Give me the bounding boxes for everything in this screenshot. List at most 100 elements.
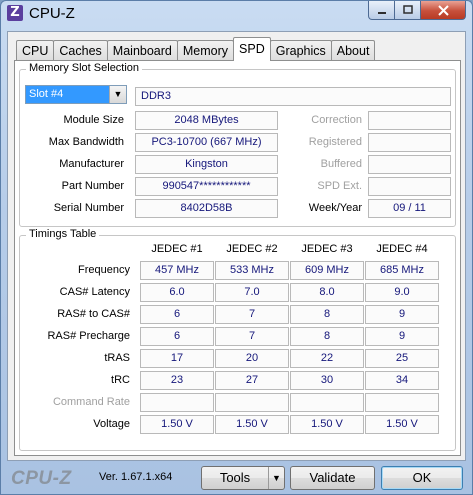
row-label-voltage: Voltage (93, 418, 130, 430)
timing-cell: 22 (290, 349, 364, 368)
timing-cell: 34 (365, 371, 439, 390)
chevron-down-icon[interactable]: ▼ (268, 467, 284, 489)
registered-label: Registered (308, 136, 362, 148)
week-year-value: 09 / 11 (368, 199, 451, 218)
slot-select-value: Slot #4 (29, 88, 64, 100)
manufacturer-value: Kingston (135, 155, 278, 174)
footer-bar: CPU-Z Ver. 1.67.1.x64 Tools ▼ Validate O… (7, 463, 466, 491)
close-icon (437, 4, 449, 16)
manufacturer-label: Manufacturer (59, 158, 124, 170)
timing-cell (290, 393, 364, 412)
timing-cell: 6 (140, 305, 214, 324)
timing-cell: 8 (290, 327, 364, 346)
row-label-ras-precharge: RAS# Precharge (47, 330, 130, 342)
client-area: CPU Caches Mainboard Memory SPD Graphics… (7, 31, 466, 461)
correction-value (368, 111, 451, 130)
tab-graphics[interactable]: Graphics (269, 40, 332, 61)
memory-slot-group-title: Memory Slot Selection (26, 62, 143, 74)
chevron-down-icon[interactable]: ▼ (109, 86, 126, 103)
timing-cell: 1.50 V (140, 415, 214, 434)
row-label-frequency: Frequency (78, 264, 130, 276)
tools-button[interactable]: Tools ▼ (201, 466, 285, 490)
timing-cell: 457 MHz (140, 261, 214, 280)
tab-cpu[interactable]: CPU (16, 40, 55, 61)
timing-cell: 8 (290, 305, 364, 324)
part-number-value: 990547************ (135, 177, 278, 196)
timing-cell: 6.0 (140, 283, 214, 302)
minimize-button[interactable] (368, 1, 395, 20)
tab-spd[interactable]: SPD (233, 37, 271, 61)
timing-cell: 7.0 (215, 283, 289, 302)
timings-table-title: Timings Table (26, 228, 100, 240)
timing-cell: 23 (140, 371, 214, 390)
buffered-label: Buffered (320, 158, 362, 170)
row-label-ras-to-cas: RAS# to CAS# (57, 308, 130, 320)
cpuz-app-icon: Z (7, 5, 23, 21)
module-size-label: Module Size (63, 114, 124, 126)
spd-panel: Memory Slot Selection Slot #4 ▼ DDR3 Mod… (14, 60, 461, 456)
registered-value (368, 133, 451, 152)
timing-cell: 20 (215, 349, 289, 368)
tab-bar: CPU Caches Mainboard Memory SPD Graphics… (16, 37, 376, 61)
version-label: Ver. 1.67.1.x64 (99, 471, 173, 483)
timing-cell: 27 (215, 371, 289, 390)
title-bar[interactable]: Z CPU-Z (1, 1, 472, 27)
timing-cell: 25 (365, 349, 439, 368)
spd-ext-label: SPD Ext. (317, 180, 362, 192)
validate-button[interactable]: Validate (290, 466, 375, 490)
column-header-jedec-3: JEDEC #3 (301, 243, 353, 255)
timings-table-group: Timings Table JEDEC #1 JEDEC #2 JEDEC #3… (19, 228, 456, 451)
timing-cell: 9 (365, 305, 439, 324)
module-size-value: 2048 MBytes (135, 111, 278, 130)
timing-cell: 609 MHz (290, 261, 364, 280)
part-number-label: Part Number (61, 180, 124, 192)
window-controls (368, 1, 466, 21)
memory-type-value: DDR3 (135, 87, 451, 106)
tools-button-label: Tools (219, 470, 251, 485)
timing-cell (140, 393, 214, 412)
timing-cell: 1.50 V (215, 415, 289, 434)
row-label-cas-latency: CAS# Latency (59, 286, 130, 298)
ok-button[interactable]: OK (381, 466, 463, 490)
timing-cell: 9 (365, 327, 439, 346)
tab-memory[interactable]: Memory (176, 40, 235, 61)
close-button[interactable] (421, 1, 466, 20)
correction-label: Correction (311, 114, 362, 126)
max-bandwidth-label: Max Bandwidth (48, 136, 124, 148)
column-header-jedec-1: JEDEC #1 (151, 243, 203, 255)
slot-select[interactable]: Slot #4 ▼ (25, 85, 127, 104)
week-year-label: Week/Year (308, 202, 362, 214)
row-label-tras: tRAS (104, 352, 130, 364)
spd-ext-value (368, 177, 451, 196)
timing-cell: 1.50 V (290, 415, 364, 434)
timing-cell: 8.0 (290, 283, 364, 302)
cpuz-window: Z CPU-Z CPU Caches Mainboard Memory SPD … (0, 0, 473, 495)
tab-about[interactable]: About (330, 40, 376, 61)
serial-number-label: Serial Number (53, 202, 124, 214)
column-header-jedec-4: JEDEC #4 (376, 243, 428, 255)
timing-cell: 685 MHz (365, 261, 439, 280)
tab-caches[interactable]: Caches (53, 40, 108, 61)
tab-mainboard[interactable]: Mainboard (106, 40, 178, 61)
window-title: CPU-Z (29, 5, 75, 22)
timing-cell (365, 393, 439, 412)
memory-slot-group: Memory Slot Selection Slot #4 ▼ DDR3 Mod… (19, 62, 456, 227)
timing-cell: 30 (290, 371, 364, 390)
row-label-command-rate: Command Rate (52, 396, 130, 408)
cpuz-brand-logo: CPU-Z (11, 468, 72, 489)
timing-cell: 6 (140, 327, 214, 346)
buffered-value (368, 155, 451, 174)
maximize-button[interactable] (395, 1, 421, 20)
maximize-icon (402, 5, 413, 14)
timing-cell: 9.0 (365, 283, 439, 302)
column-header-jedec-2: JEDEC #2 (226, 243, 278, 255)
timing-cell (215, 393, 289, 412)
minimize-icon (377, 12, 386, 14)
timing-cell: 7 (215, 327, 289, 346)
max-bandwidth-value: PC3-10700 (667 MHz) (135, 133, 278, 152)
timing-cell: 533 MHz (215, 261, 289, 280)
timing-cell: 1.50 V (365, 415, 439, 434)
timing-cell: 7 (215, 305, 289, 324)
serial-number-value: 8402D58B (135, 199, 278, 218)
row-label-trc: tRC (111, 374, 130, 386)
